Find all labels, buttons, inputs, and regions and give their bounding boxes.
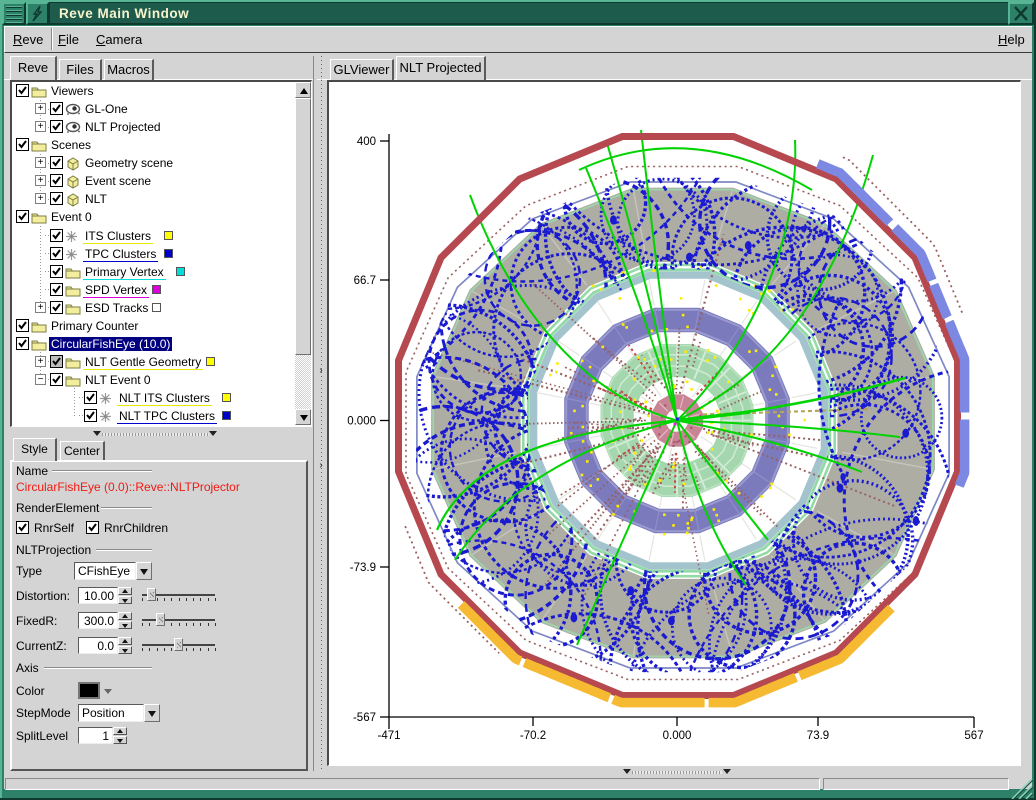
svg-text:-471: -471 (377, 730, 400, 742)
svg-text:567: 567 (964, 730, 983, 742)
svg-text:-73.9: -73.9 (350, 562, 376, 574)
svg-text:66.7: 66.7 (354, 275, 376, 287)
svg-text:73.9: 73.9 (807, 730, 829, 742)
svg-text:0.000: 0.000 (347, 416, 376, 428)
svg-text:0.000: 0.000 (663, 730, 692, 742)
svg-text:400: 400 (357, 136, 376, 148)
svg-text:-70.2: -70.2 (520, 730, 546, 742)
svg-text:-567: -567 (353, 712, 376, 724)
